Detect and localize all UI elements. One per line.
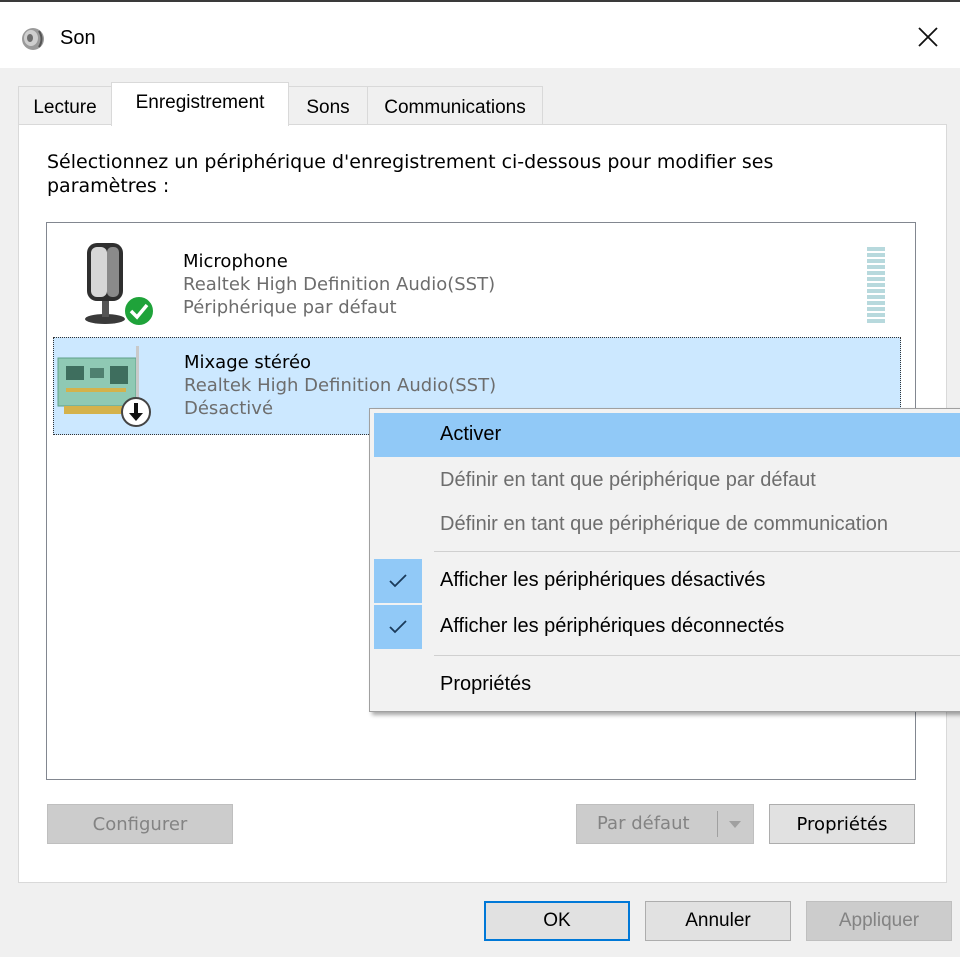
- tab-sons[interactable]: Sons: [288, 86, 368, 124]
- chevron-down-icon[interactable]: [723, 813, 747, 837]
- properties-button[interactable]: Propriétés: [769, 804, 915, 844]
- cancel-button[interactable]: Annuler: [645, 901, 791, 941]
- close-button[interactable]: [905, 16, 951, 62]
- menu-item-show-disconnected[interactable]: Afficher les périphériques déconnectés: [374, 605, 960, 649]
- device-driver: Realtek High Definition Audio(SST): [183, 274, 496, 295]
- menu-item-label: Activer: [440, 423, 502, 445]
- title-bar: Son: [0, 2, 960, 68]
- split-separator: [717, 811, 718, 837]
- device-name: Mixage stéréo: [184, 352, 312, 373]
- menu-item-properties[interactable]: Propriétés: [374, 663, 960, 707]
- instructions-text: Sélectionnez un périphérique d'enregistr…: [47, 151, 774, 197]
- checkmark-icon: [374, 559, 422, 603]
- menu-item-label: Définir en tant que périphérique de comm…: [440, 513, 889, 535]
- menu-item-label: Définir en tant que périphérique par déf…: [440, 469, 816, 491]
- device-name: Microphone: [183, 251, 288, 272]
- set-default-label: Par défaut: [597, 813, 690, 834]
- menu-item-set-communication[interactable]: Définir en tant que périphérique de comm…: [374, 503, 960, 547]
- list-item-microphone[interactable]: Microphone Realtek High Definition Audio…: [53, 229, 901, 327]
- speaker-icon: [20, 26, 46, 52]
- menu-item-set-default[interactable]: Définir en tant que périphérique par déf…: [374, 459, 960, 503]
- menu-separator: [434, 551, 960, 552]
- menu-item-label: Propriétés: [440, 673, 532, 695]
- menu-item-show-disabled[interactable]: Afficher les périphériques désactivés: [374, 559, 960, 603]
- window-title: Son: [60, 27, 96, 49]
- menu-separator: [434, 655, 960, 656]
- tab-lecture[interactable]: Lecture: [18, 86, 112, 124]
- menu-item-activer[interactable]: Activer: [374, 413, 960, 457]
- apply-button[interactable]: Appliquer: [806, 901, 952, 941]
- menu-item-label: Afficher les périphériques désactivés: [440, 569, 766, 591]
- device-status: Désactivé: [184, 398, 274, 419]
- context-menu: Activer Définir en tant que périphérique…: [369, 408, 960, 712]
- tab-enregistrement[interactable]: Enregistrement: [111, 82, 289, 126]
- tab-communications[interactable]: Communications: [367, 86, 543, 124]
- audio-level-meter: [867, 247, 885, 325]
- device-driver: Realtek High Definition Audio(SST): [184, 375, 497, 396]
- device-status: Périphérique par défaut: [183, 297, 397, 318]
- checkmark-icon: [374, 605, 422, 649]
- menu-item-label: Afficher les périphériques déconnectés: [440, 615, 785, 637]
- configure-button[interactable]: Configurer: [47, 804, 233, 844]
- close-icon: [917, 26, 939, 52]
- default-check-badge-icon: [123, 295, 155, 327]
- disabled-arrow-badge-icon: [120, 396, 152, 428]
- set-default-split-button[interactable]: Par défaut: [576, 804, 754, 844]
- ok-button[interactable]: OK: [484, 901, 630, 941]
